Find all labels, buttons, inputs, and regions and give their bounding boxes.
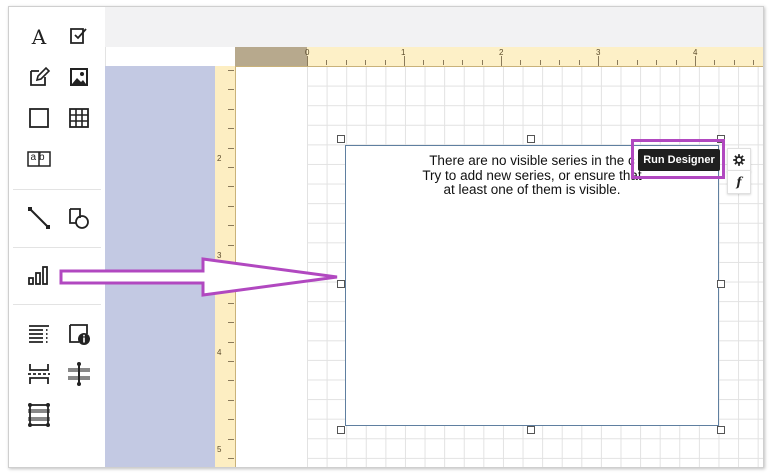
square-icon[interactable] xyxy=(27,106,51,130)
edit-icon[interactable] xyxy=(27,65,51,89)
cross-band-line-icon[interactable] xyxy=(67,362,91,386)
page-break-icon[interactable] xyxy=(27,362,51,386)
ruler-tick xyxy=(228,341,234,343)
ruler-tick xyxy=(695,56,696,66)
ruler-tick xyxy=(384,60,386,65)
ruler-tick xyxy=(559,60,561,65)
ruler-tick xyxy=(228,128,234,130)
svg-text:A: A xyxy=(31,25,47,48)
annotation-arrow xyxy=(59,257,338,297)
chart-control[interactable]: There are no visible series in the c Try… xyxy=(345,145,719,426)
ruler-tick xyxy=(228,302,234,304)
ruler-tick xyxy=(228,419,234,421)
ruler-tick xyxy=(228,186,234,188)
ruler-tick xyxy=(404,56,405,66)
ruler-label: 2 xyxy=(217,154,222,163)
ruler-tick xyxy=(714,60,716,65)
checkbox-icon[interactable] xyxy=(67,24,91,48)
ruler-tick xyxy=(365,60,367,65)
ruler-tick xyxy=(228,322,234,324)
expression-button[interactable]: f xyxy=(727,170,751,194)
ruler-tick xyxy=(675,60,677,65)
ruler-tick xyxy=(228,458,234,459)
ruler-margin xyxy=(235,47,307,66)
ruler-tick xyxy=(228,108,234,110)
toolbox-divider xyxy=(13,189,101,190)
ruler-tick xyxy=(598,56,599,66)
ruler-tick xyxy=(442,60,444,65)
ruler-tick xyxy=(462,60,464,65)
toolbox-divider xyxy=(13,304,101,305)
ruler-tick xyxy=(539,60,541,65)
line-icon[interactable] xyxy=(27,206,51,230)
charactercomb-icon[interactable]: ab xyxy=(27,147,51,171)
ruler-tick xyxy=(733,60,735,65)
designer-top-area xyxy=(105,7,763,47)
bar-chart-icon[interactable] xyxy=(27,263,51,287)
ruler-tick xyxy=(753,60,755,65)
ruler-tick xyxy=(228,167,234,168)
ruler-tick xyxy=(228,380,234,382)
ruler-label: 5 xyxy=(217,445,222,454)
text-icon[interactable]: A xyxy=(27,24,51,48)
ruler-tick xyxy=(228,361,234,362)
resize-handle[interactable] xyxy=(527,426,535,434)
ruler-tick xyxy=(423,60,425,65)
ruler-tick xyxy=(228,89,234,91)
shape-icon[interactable] xyxy=(67,206,91,230)
toolbox: A ab xyxy=(9,7,106,467)
grid-icon[interactable] xyxy=(67,106,91,130)
ruler-tick xyxy=(481,60,483,65)
ruler-tick xyxy=(228,147,234,149)
horizontal-ruler: 0 1 2 3 4 xyxy=(235,47,763,67)
ruler-tick xyxy=(228,70,234,71)
ruler-tick xyxy=(520,60,522,65)
ruler-tick xyxy=(636,60,638,65)
gear-icon[interactable] xyxy=(727,148,751,172)
ruler-tick xyxy=(228,205,234,207)
toolbox-divider xyxy=(13,247,101,248)
charactercomb-label: ab xyxy=(30,152,48,163)
resize-handle[interactable] xyxy=(527,135,535,143)
image-icon[interactable] xyxy=(67,65,91,89)
ruler-tick xyxy=(228,225,234,227)
resize-handle[interactable] xyxy=(717,426,725,434)
ruler-tick xyxy=(228,244,234,246)
ruler-label: 4 xyxy=(217,348,222,357)
resize-handle[interactable] xyxy=(337,135,345,143)
report-designer-window: A ab 0 1 2 3 4 2 3 4 5 There are no visi… xyxy=(8,6,764,468)
ruler-tick xyxy=(307,56,308,66)
ruler-tick xyxy=(228,399,234,401)
cross-band-box-icon[interactable] xyxy=(27,403,51,427)
resize-handle[interactable] xyxy=(717,280,725,288)
ruler-tick xyxy=(228,438,234,440)
page-info-icon[interactable] xyxy=(67,322,91,346)
ruler-tick xyxy=(326,60,328,65)
resize-handle[interactable] xyxy=(337,426,345,434)
ruler-tick xyxy=(617,60,619,65)
run-designer-highlight xyxy=(631,139,725,179)
ruler-tick xyxy=(501,56,502,66)
table-of-contents-icon[interactable] xyxy=(27,322,51,346)
ruler-tick xyxy=(578,60,580,65)
ruler-tick xyxy=(656,60,658,65)
ruler-tick xyxy=(345,60,347,65)
